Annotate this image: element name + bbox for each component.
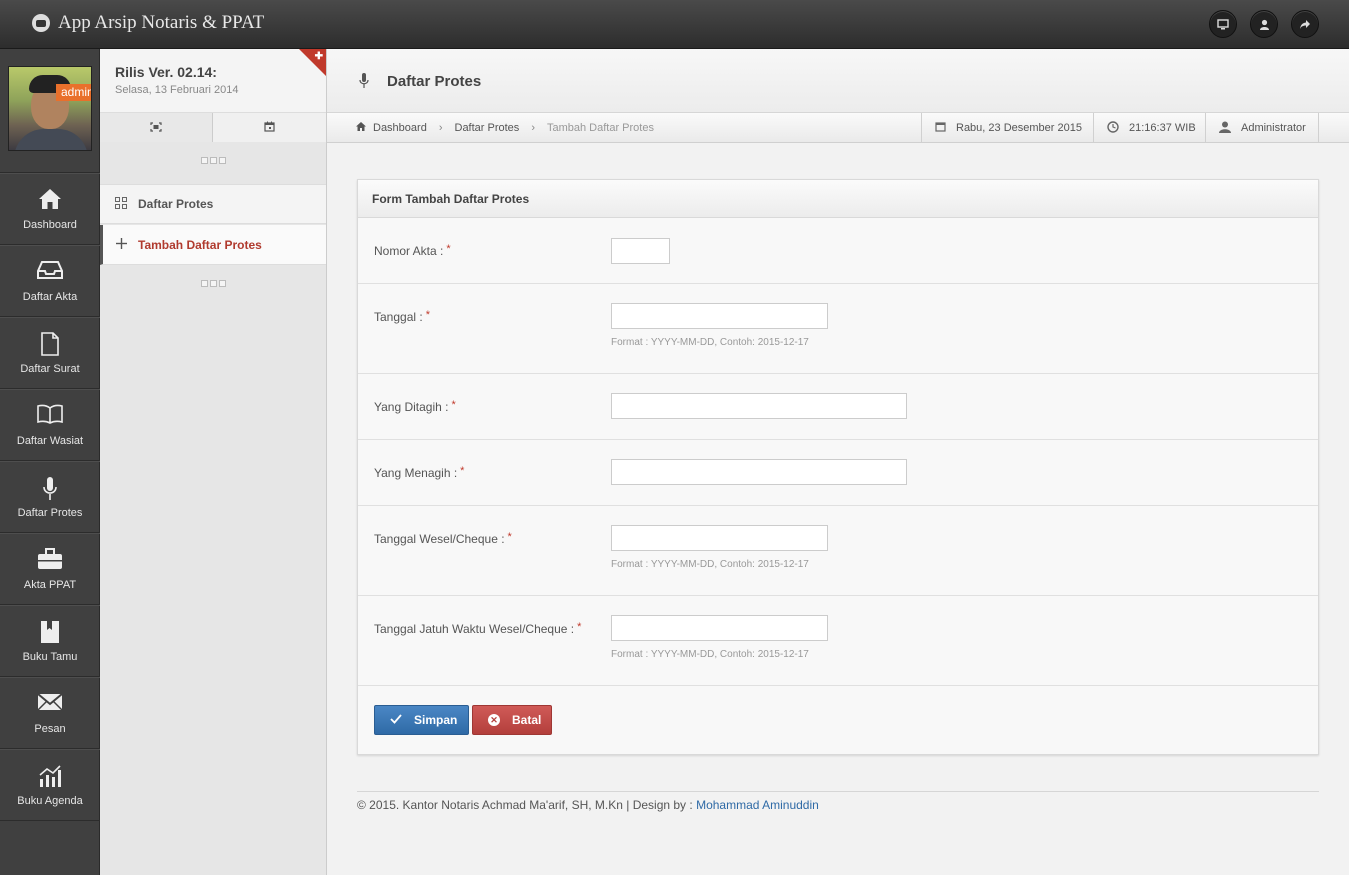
- book-open-icon: [0, 404, 100, 428]
- main-nav: admin Dashboard Daftar Akta Daftar Surat…: [0, 49, 100, 875]
- form-title: Form Tambah Daftar Protes: [358, 180, 1318, 218]
- tanggal-wesel-hint: Format : YYYY-MM-DD, Contoh: 2015-12-17: [611, 559, 809, 570]
- nav-item-pesan[interactable]: Pesan: [0, 676, 100, 748]
- sidebar-item-tambah-daftar-protes[interactable]: Tambah Daftar Protes: [100, 225, 326, 265]
- user-icon: [1219, 121, 1231, 136]
- nav-item-daftar-protes[interactable]: Daftar Protes: [0, 460, 100, 532]
- breadcrumb: Dashboard › Daftar Protes › Tambah Dafta…: [356, 122, 654, 134]
- field-label: Tanggal Wesel/Cheque :: [374, 532, 505, 546]
- app-logo-icon: [32, 14, 50, 32]
- nav-item-buku-agenda[interactable]: Buku Agenda: [0, 748, 100, 820]
- nav-item-buku-tamu[interactable]: Buku Tamu: [0, 604, 100, 676]
- field-label: Tanggal :: [374, 310, 423, 324]
- tanggal-hint: Format : YYYY-MM-DD, Contoh: 2015-12-17: [611, 337, 809, 348]
- tab-calendar[interactable]: [213, 113, 326, 142]
- required-mark: *: [425, 309, 430, 321]
- sub-sidebar: Rilis Ver. 02.14: Selasa, 13 Februari 20…: [100, 49, 327, 875]
- release-info: Rilis Ver. 02.14: Selasa, 13 Februari 20…: [100, 49, 326, 113]
- form-row-tanggal-jatuh-waktu: Tanggal Jatuh Waktu Wesel/Cheque : * Form…: [358, 596, 1318, 686]
- save-button[interactable]: Simpan: [374, 705, 469, 735]
- form-row-nomor-akta: Nomor Akta : *: [358, 218, 1318, 284]
- page-title: Daftar Protes: [387, 73, 482, 90]
- close-circle-icon: ✕: [488, 714, 500, 726]
- author-link[interactable]: Mohammad Aminuddin: [696, 798, 819, 812]
- plus-icon: [115, 237, 127, 252]
- microphone-icon: [0, 476, 100, 500]
- required-mark: *: [507, 531, 512, 543]
- home-icon: [0, 188, 100, 212]
- field-label: Yang Ditagih :: [374, 400, 449, 414]
- release-title: Rilis Ver. 02.14:: [115, 64, 217, 80]
- monitor-icon[interactable]: [1209, 10, 1237, 38]
- tanggal-wesel-input[interactable]: [611, 525, 828, 551]
- user-icon[interactable]: [1250, 10, 1278, 38]
- breadcrumb-daftar-protes[interactable]: Daftar Protes: [455, 122, 520, 134]
- role-badge: admin: [56, 84, 91, 101]
- user-display[interactable]: Administrator: [1205, 113, 1319, 143]
- time-display: 21:16:37 WIB: [1093, 113, 1205, 143]
- book-icon: [0, 620, 100, 644]
- nomor-akta-input[interactable]: [611, 238, 670, 264]
- nav-item-daftar-wasiat[interactable]: Daftar Wasiat: [0, 388, 100, 460]
- nav-divider: [0, 820, 100, 821]
- page-header: Daftar Protes: [327, 49, 1349, 113]
- envelope-icon: [0, 692, 100, 716]
- form-row-tanggal-wesel: Tanggal Wesel/Cheque : * Format : YYYY-MM…: [358, 506, 1318, 596]
- sidebar-handle-bottom: [100, 280, 326, 294]
- tanggal-input[interactable]: [611, 303, 828, 329]
- nav-item-dashboard[interactable]: Dashboard: [0, 172, 100, 244]
- field-label: Tanggal Jatuh Waktu Wesel/Cheque :: [374, 622, 575, 636]
- clock-icon: [1107, 120, 1119, 136]
- breadcrumb-current: Tambah Daftar Protes: [546, 122, 654, 134]
- fullscreen-icon: [150, 121, 162, 135]
- calendar-icon: [935, 121, 946, 135]
- tanggal-jatuh-waktu-hint: Format : YYYY-MM-DD, Contoh: 2015-12-17: [611, 649, 809, 660]
- file-icon: [0, 332, 100, 356]
- form-row-tanggal: Tanggal : * Format : YYYY-MM-DD, Contoh: …: [358, 284, 1318, 374]
- sidebar-tabs: [100, 113, 326, 142]
- cancel-button[interactable]: ✕ Batal: [472, 705, 552, 735]
- field-label: Yang Menagih :: [374, 466, 458, 480]
- sidebar-item-daftar-protes[interactable]: Daftar Protes: [100, 184, 326, 224]
- chevron-right-icon: ›: [438, 122, 443, 134]
- share-icon[interactable]: [1291, 10, 1319, 38]
- footer-divider: [357, 791, 1319, 792]
- chart-icon: [0, 764, 100, 788]
- app-brand[interactable]: App Arsip Notaris & PPAT: [32, 12, 264, 34]
- footer: © 2015. Kantor Notaris Achmad Ma'arif, S…: [357, 798, 819, 812]
- grid-icon: [115, 196, 127, 212]
- required-mark: *: [451, 399, 456, 411]
- form-row-yang-menagih: Yang Menagih : *: [358, 440, 1318, 506]
- nav-item-daftar-akta[interactable]: Daftar Akta: [0, 244, 100, 316]
- yang-ditagih-input[interactable]: [611, 393, 907, 419]
- calendar-icon: [264, 121, 275, 135]
- top-navbar: App Arsip Notaris & PPAT: [0, 0, 1349, 49]
- breadcrumb-dashboard[interactable]: Dashboard: [373, 122, 427, 134]
- tab-fullscreen[interactable]: [100, 113, 213, 142]
- breadcrumb-bar: Dashboard › Daftar Protes › Tambah Dafta…: [327, 113, 1349, 143]
- home-icon: [356, 122, 366, 134]
- required-mark: *: [577, 621, 582, 633]
- release-date: Selasa, 13 Februari 2014: [115, 84, 239, 96]
- form-panel: Form Tambah Daftar Protes Nomor Akta : * …: [357, 179, 1319, 755]
- avatar[interactable]: admin: [8, 66, 92, 151]
- footer-text: © 2015. Kantor Notaris Achmad Ma'arif, S…: [357, 798, 693, 812]
- microphone-icon: [359, 73, 369, 92]
- sidebar-handle-top: [100, 157, 326, 171]
- nav-item-akta-ppat[interactable]: Akta PPAT: [0, 532, 100, 604]
- check-icon: [390, 713, 402, 727]
- form-row-yang-ditagih: Yang Ditagih : *: [358, 374, 1318, 440]
- briefcase-icon: [0, 548, 100, 572]
- chevron-right-icon: ›: [531, 122, 535, 134]
- inbox-icon: [0, 260, 100, 284]
- field-label: Nomor Akta :: [374, 244, 444, 258]
- app-title: App Arsip Notaris & PPAT: [58, 12, 265, 33]
- nav-item-daftar-surat[interactable]: Daftar Surat: [0, 316, 100, 388]
- required-mark: *: [446, 243, 451, 255]
- date-display: Rabu, 23 Desember 2015: [921, 113, 1093, 143]
- tanggal-jatuh-waktu-input[interactable]: [611, 615, 828, 641]
- yang-menagih-input[interactable]: [611, 459, 907, 485]
- required-mark: *: [460, 465, 465, 477]
- plus-icon[interactable]: ✚: [315, 51, 323, 62]
